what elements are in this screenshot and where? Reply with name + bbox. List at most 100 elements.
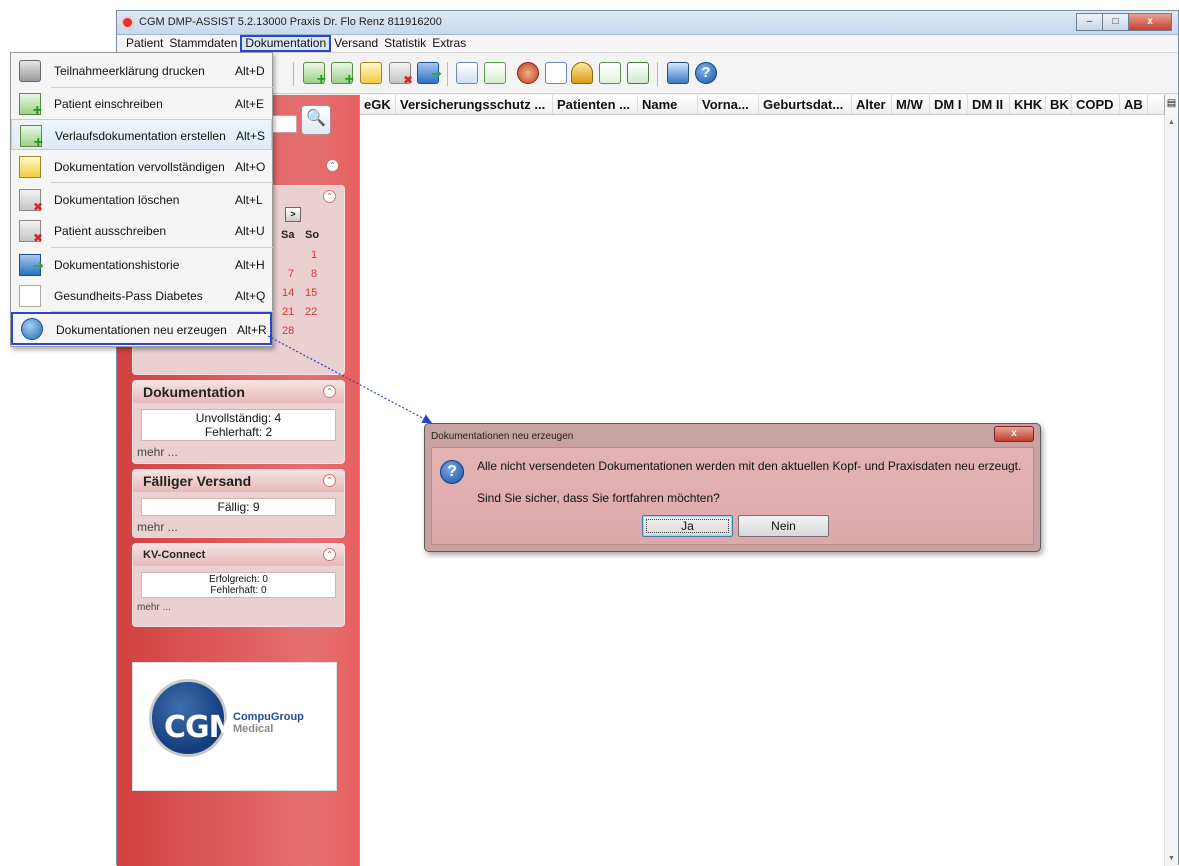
chart-line-icon[interactable] [599,62,621,84]
status-line[interactable]: Fehlerhaft: 0 [142,585,335,596]
menu-item-teilnahme[interactable]: Teilnahmeerklärung drucken Alt+D [11,55,272,86]
status-line[interactable]: Unvollständig: 4 [142,411,335,425]
menu-item-label: Teilnahmeerklärung drucken [54,64,205,78]
calendar-day[interactable]: 1 [311,249,317,261]
menu-item-ausschreiben[interactable]: Patient ausschreiben Alt+U [11,215,272,246]
collapse-icon[interactable]: ⌃ [323,474,336,487]
window-controls: – □ x [1076,13,1172,31]
status-line[interactable]: Erfolgreich: 0 [142,574,335,585]
menu-statistik[interactable]: Statistik [381,35,429,52]
menu-item-verlauf[interactable]: Verlaufsdokumentation erstellen Alt+S [11,119,272,152]
menu-item-label: Patient einschreiben [54,97,163,111]
patient-enroll-icon[interactable] [303,62,326,89]
menu-item-shortcut: Alt+R [237,323,267,337]
menu-item-label: Patient ausschreiben [54,224,167,238]
menu-extras[interactable]: Extras [429,35,469,52]
vertical-scrollbar[interactable]: ▲ ▼ [1164,115,1178,866]
more-link[interactable]: mehr ... [137,445,344,459]
menu-item-shortcut: Alt+Q [235,289,266,303]
calendar-day[interactable]: 14 [282,287,294,299]
no-button[interactable]: Nein [738,515,829,537]
calendar-next-button[interactable]: > [285,207,301,222]
menu-stammdaten[interactable]: Stammdaten [166,35,240,52]
menu-versand[interactable]: Versand [331,35,381,52]
calendar-day[interactable]: 7 [288,268,294,280]
close-button[interactable]: x [1128,13,1172,31]
calendar-day[interactable]: 22 [305,306,317,318]
scroll-up-icon[interactable]: ▲ [1168,119,1175,126]
status-box: Erfolgreich: 0 Fehlerhaft: 0 [141,572,336,598]
yes-button[interactable]: Ja [642,515,733,537]
delete-doc-icon[interactable] [389,62,413,87]
printer-icon [19,60,41,82]
patients-icon[interactable] [517,62,539,84]
toolbar-separator [293,62,294,86]
column-header[interactable]: DM II [968,95,1010,114]
menu-item-historie[interactable]: Dokumentationshistorie Alt+H [11,249,272,280]
calendar-header-so: So [305,229,320,241]
dialog-close-button[interactable]: x [994,426,1034,442]
status-box: Unvollständig: 4 Fehlerhaft: 2 [141,409,336,441]
status-line[interactable]: Fehlerhaft: 2 [142,425,335,439]
logo-name: CompuGroup [233,711,304,723]
statistics-icon[interactable] [627,62,649,84]
patient-search-button[interactable]: 🔍 [301,105,331,135]
menu-item-shortcut: Alt+O [235,160,266,174]
document-add-icon [20,125,43,152]
dokumentation-menu: Teilnahmeerklärung drucken Alt+D Patient… [10,52,273,347]
bell-icon[interactable] [571,62,593,84]
menu-dokumentation[interactable]: Dokumentation [240,35,332,52]
menu-item-label: Verlaufsdokumentation erstellen [55,129,226,143]
complete-doc-icon[interactable] [360,62,382,84]
doc-history-icon[interactable] [417,62,442,84]
column-header[interactable]: Alter [852,95,892,114]
menu-patient[interactable]: Patient [123,35,166,52]
column-header[interactable]: M/W [892,95,930,114]
column-header[interactable]: COPD [1072,95,1120,114]
more-link[interactable]: mehr ... [137,602,344,613]
calendar-day[interactable]: 8 [311,268,317,280]
more-link[interactable]: mehr ... [137,520,344,534]
column-header[interactable]: Geburtsdat... [759,95,852,114]
dialog-message: Alle nicht versendeten Dokumentationen w… [477,459,1022,473]
send-mail-icon[interactable] [456,62,478,84]
calendar-day[interactable]: 15 [305,287,317,299]
column-header[interactable]: Vorna... [698,95,759,114]
scroll-down-icon[interactable]: ▼ [1168,855,1175,862]
menu-item-vervollstaendigen[interactable]: Dokumentation vervollständigen Alt+O [11,151,272,182]
column-header[interactable]: Patienten ... [553,95,638,114]
minimize-button[interactable]: – [1076,13,1103,31]
maximize-button[interactable]: □ [1102,13,1129,31]
column-header[interactable]: KHK [1010,95,1046,114]
column-header[interactable]: BK [1046,95,1072,114]
column-header[interactable]: eGK [360,95,396,114]
followup-doc-icon[interactable] [331,62,354,89]
collapse-icon[interactable]: ⌃ [323,385,336,398]
collapse-icon[interactable]: ⌃ [323,548,336,561]
document-delete-icon [19,189,43,214]
menu-item-label: Dokumentationen neu erzeugen [56,323,227,337]
collapse-icon[interactable]: ⌃ [323,190,336,203]
collapse-icon[interactable]: ⌃ [326,159,339,172]
menu-item-gesundheitspass[interactable]: Gesundheits-Pass Diabetes Alt+Q [11,280,272,311]
column-header[interactable]: AB [1120,95,1148,114]
menu-item-einschreiben[interactable]: Patient einschreiben Alt+E [11,88,272,120]
help-icon[interactable]: ? [695,62,717,84]
window-title: CGM DMP-ASSIST 5.2.13000 Praxis Dr. Flo … [139,16,442,28]
menu-item-shortcut: Alt+U [235,224,265,238]
mail-receive-icon[interactable] [484,62,506,84]
column-header[interactable]: DM I [930,95,968,114]
column-header[interactable]: Name [638,95,698,114]
calendar-day[interactable]: 28 [282,325,294,337]
menu-item-neu-erzeugen[interactable]: Dokumentationen neu erzeugen Alt+R [11,312,272,345]
computer-update-icon[interactable] [667,62,689,84]
document-check-icon[interactable] [545,62,567,84]
column-chooser-icon[interactable]: ▤ [1164,95,1178,115]
history-icon [19,254,44,276]
menu-item-loeschen[interactable]: Dokumentation löschen Alt+L [11,184,272,215]
column-header[interactable]: Versicherungsschutz ... [396,95,553,114]
versand-panel: Fälliger Versand ⌃ Fällig: 9 mehr ... [132,469,345,538]
dialog-title: Dokumentationen neu erzeugen [431,431,574,442]
status-line[interactable]: Fällig: 9 [142,500,335,514]
calendar-day[interactable]: 21 [282,306,294,318]
